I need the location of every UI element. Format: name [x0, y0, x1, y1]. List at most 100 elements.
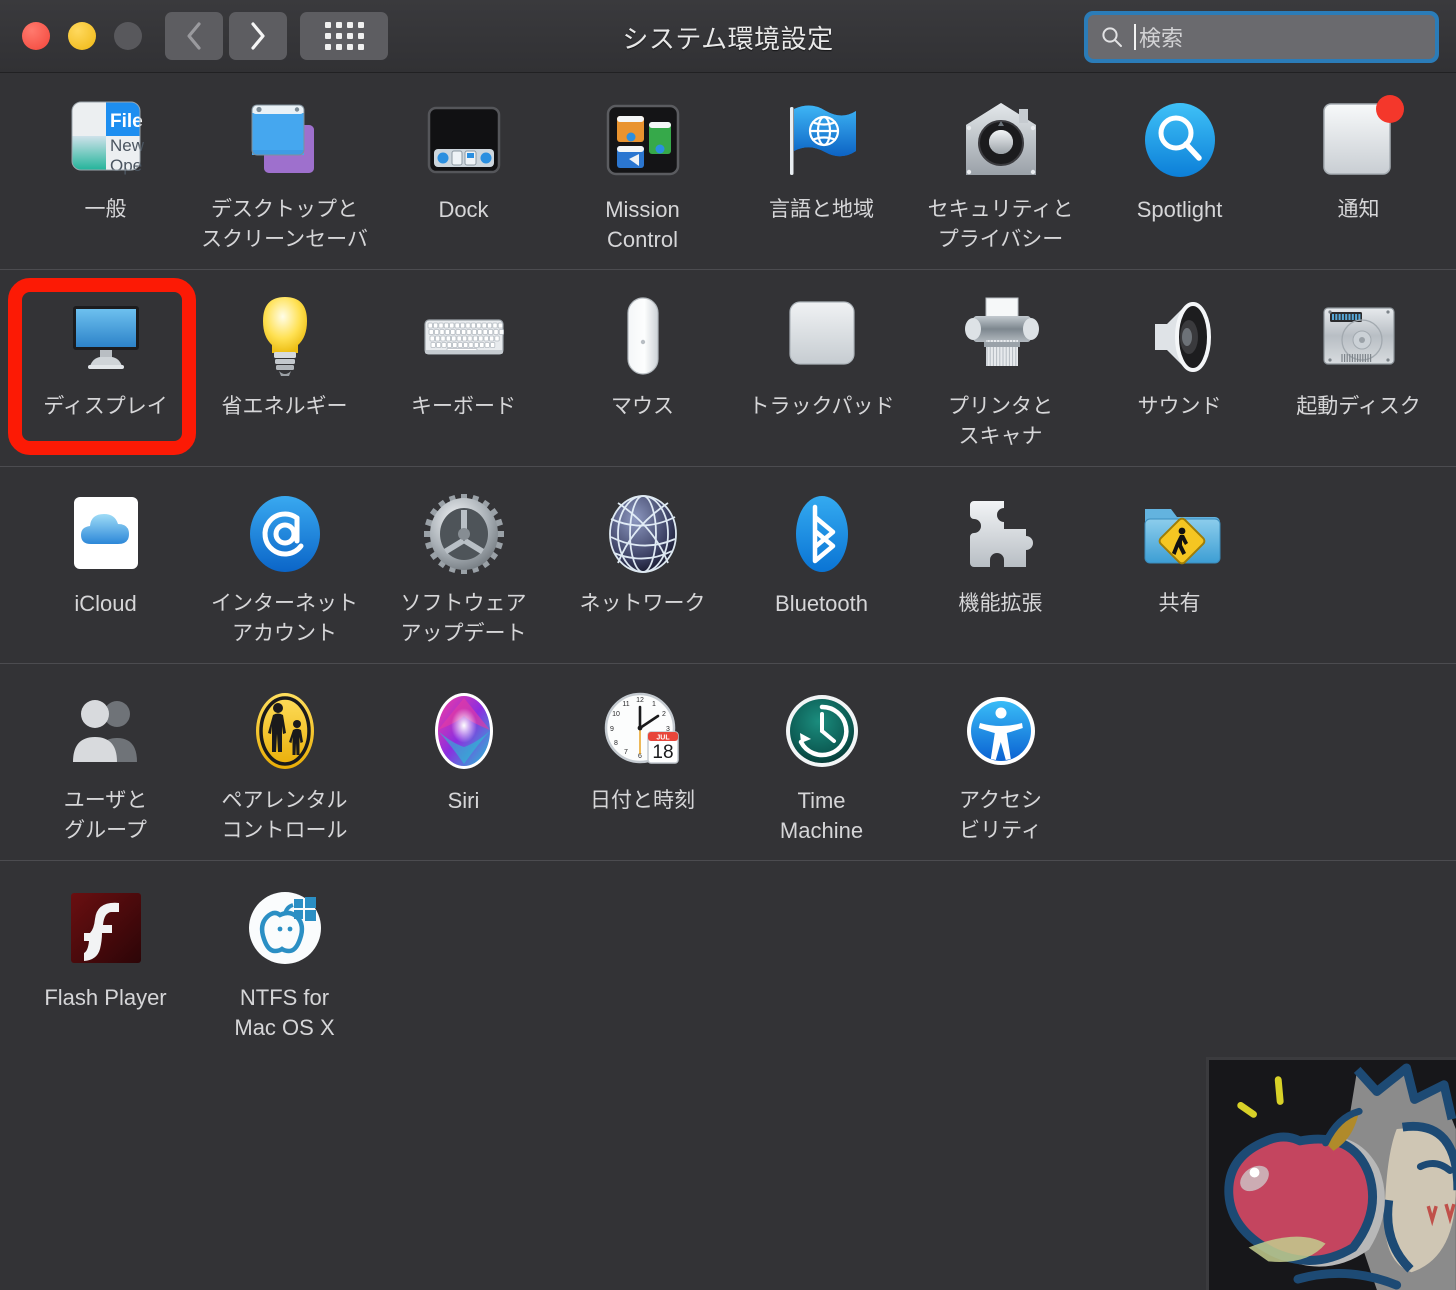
notifications-icon [1322, 95, 1404, 175]
pref-pane-parental-controls[interactable]: ペアレンタル コントロール [195, 664, 374, 860]
svg-text:2: 2 [662, 711, 666, 718]
pref-pane-date-time[interactable]: 1212 345 678 91011 JUL 18 日付と時刻 [553, 664, 732, 860]
dock-icon [427, 106, 500, 174]
pref-pane-extensions[interactable]: 機能拡張 [911, 467, 1090, 663]
pref-pane-label: 通知 [1337, 198, 1380, 221]
network-icon [608, 495, 677, 573]
parental-controls-icon [255, 693, 314, 769]
pref-pane-label: ペアレンタル コントロール [221, 789, 348, 842]
pref-pane-spotlight[interactable]: Spotlight [1090, 73, 1269, 269]
pref-pane-trackpad[interactable]: トラックパッド [732, 270, 911, 466]
pref-pane-mission-control[interactable]: Mission Control [553, 73, 732, 269]
pref-pane-label: ユーザと グループ [63, 789, 148, 842]
svg-text:9: 9 [610, 726, 614, 733]
pref-pane-general[interactable]: File New Ope 一般 [16, 73, 195, 269]
pref-pane-label: iCloud [74, 591, 137, 616]
svg-text:Ope: Ope [110, 156, 142, 175]
pref-pane-label: キーボード [411, 395, 516, 418]
siri-icon-wrap [419, 686, 509, 776]
text-caret [1134, 24, 1136, 50]
pref-pane-accessibility[interactable]: アクセシ ビリティ [911, 664, 1090, 860]
icloud-icon-wrap [61, 489, 151, 579]
ntfs-mac-icon [248, 892, 321, 964]
dock-icon-wrap [419, 95, 509, 185]
pref-pane-label: セキュリティと プライバシー [927, 198, 1074, 251]
keyboard-icon [423, 319, 504, 355]
pref-pane-icloud[interactable]: iCloud [16, 467, 195, 663]
pref-pane-label: デスクトップと スクリーンセーバ [201, 198, 368, 251]
pref-pane-displays[interactable]: ディスプレイ [16, 270, 195, 466]
pref-pane-internet-accounts[interactable]: インターネット アカウント [195, 467, 374, 663]
pref-pane-time-machine[interactable]: Time Machine [732, 664, 911, 860]
displays-icon [72, 306, 139, 369]
svg-text:11: 11 [622, 701, 629, 708]
pref-pane-label: ディスプレイ [43, 395, 168, 418]
notifications-icon-wrap [1314, 95, 1404, 185]
pref-pane-software-update[interactable]: ソフトウェア アップデート [374, 467, 553, 663]
internet-accounts-icon [249, 496, 320, 572]
pref-pane-security-privacy[interactable]: セキュリティと プライバシー [911, 73, 1090, 269]
pref-pane-network[interactable]: ネットワーク [553, 467, 732, 663]
pref-pane-bluetooth[interactable]: Bluetooth [732, 467, 911, 663]
pref-pane-label: マウス [611, 395, 674, 418]
displays-icon-wrap [61, 292, 151, 382]
pref-pane-label: NTFS for Mac OS X [234, 985, 335, 1040]
preferences-row: iCloud インターネット アカウント ソフトウェア アップデート ネットワー… [0, 467, 1456, 664]
network-icon-wrap [598, 489, 688, 579]
startup-disk-icon-wrap [1314, 292, 1404, 382]
pref-pane-printers-scanners[interactable]: プリンタと スキャナ [911, 270, 1090, 466]
internet-accounts-icon-wrap [240, 489, 330, 579]
pref-pane-label: Flash Player [44, 985, 167, 1010]
pref-pane-siri[interactable]: Siri [374, 664, 553, 860]
startup-disk-icon [1322, 307, 1395, 365]
pref-pane-label: トラックパッド [748, 395, 895, 418]
desktop-screensaver-icon-wrap [240, 95, 330, 185]
mouse-icon-wrap [598, 292, 688, 382]
pref-pane-desktop-screensaver[interactable]: デスクトップと スクリーンセーバ [195, 73, 374, 269]
pref-pane-label: Spotlight [1136, 197, 1223, 222]
security-privacy-icon [965, 103, 1036, 175]
security-privacy-icon-wrap [956, 95, 1046, 185]
pref-pane-users-groups[interactable]: ユーザと グループ [16, 664, 195, 860]
preferences-row: ディスプレイ 省エネルギー キーボード マウス トラックパッド プリンタと スキ… [0, 270, 1456, 467]
decorative-illustration [1206, 1057, 1456, 1290]
svg-text:1: 1 [652, 701, 656, 708]
sharing-icon-wrap [1135, 489, 1225, 579]
pref-pane-label: アクセシ ビリティ [959, 789, 1042, 842]
energy-saver-icon [262, 297, 307, 376]
accessibility-icon [966, 697, 1035, 765]
users-groups-icon [72, 700, 137, 762]
svg-text:File: File [110, 111, 143, 132]
pref-pane-dock[interactable]: Dock [374, 73, 553, 269]
pref-pane-label: ソフトウェア アップデート [400, 592, 527, 645]
pref-pane-sharing[interactable]: 共有 [1090, 467, 1269, 663]
siri-icon [434, 693, 493, 769]
software-update-icon [423, 494, 504, 574]
pref-pane-keyboard[interactable]: キーボード [374, 270, 553, 466]
mission-control-icon [606, 104, 679, 176]
pref-pane-language-region[interactable]: 言語と地域 [732, 73, 911, 269]
users-groups-icon-wrap [61, 686, 151, 776]
trackpad-icon-wrap [777, 292, 867, 382]
accessibility-icon-wrap [956, 686, 1046, 776]
pref-pane-energy-saver[interactable]: 省エネルギー [195, 270, 374, 466]
pref-pane-label: Dock [438, 197, 489, 222]
pref-pane-ntfs-mac[interactable]: NTFS for Mac OS X [195, 861, 374, 1057]
date-time-icon-wrap: 1212 345 678 91011 JUL 18 [598, 686, 688, 776]
apple-character-drawing-icon [1209, 1060, 1456, 1290]
language-region-icon [789, 105, 856, 175]
time-machine-icon-wrap [777, 686, 867, 776]
preferences-grid: File New Ope 一般 デスクトップと スクリーンセーバ Dock Mi… [0, 73, 1456, 1057]
time-machine-icon [785, 695, 858, 767]
preferences-row: ユーザと グループ ペアレンタル コントロール Siri 12 1 2 3 6 … [0, 664, 1456, 861]
pref-pane-flash-player[interactable]: Flash Player [16, 861, 195, 1057]
svg-text:7: 7 [624, 749, 628, 756]
pref-pane-startup-disk[interactable]: 起動ディスク [1269, 270, 1448, 466]
flash-player-icon-wrap [61, 883, 151, 973]
desktop-screensaver-icon [251, 104, 314, 173]
svg-text:6: 6 [638, 753, 642, 760]
pref-pane-sound[interactable]: サウンド [1090, 270, 1269, 466]
pref-pane-mouse[interactable]: マウス [553, 270, 732, 466]
search-input[interactable]: 検索 [1088, 15, 1435, 59]
pref-pane-notifications[interactable]: 通知 [1269, 73, 1448, 269]
